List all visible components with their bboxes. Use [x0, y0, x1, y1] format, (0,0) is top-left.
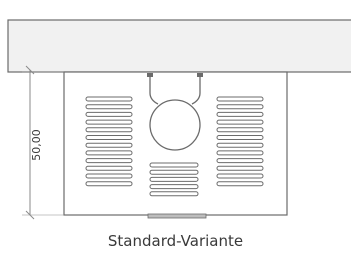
- vent-slot: [85, 135, 133, 140]
- vent-slot: [216, 135, 264, 140]
- vent-slot: [85, 142, 133, 148]
- technical-drawing: 50,00: [7, 19, 351, 220]
- vent-slot: [85, 173, 133, 179]
- vent-slot: [216, 96, 264, 102]
- vent-slot: [216, 104, 264, 110]
- vent-slot: [216, 173, 264, 179]
- vent-slot: [149, 162, 199, 168]
- vent-slot: [85, 111, 133, 117]
- vent-slot: [149, 169, 199, 175]
- vent-slot: [216, 165, 264, 171]
- vent-slot: [85, 127, 133, 133]
- base-tab: [147, 213, 207, 219]
- vent-slot: [149, 176, 199, 182]
- vent-slot: [85, 119, 133, 125]
- vent-slot: [216, 111, 264, 117]
- vent-slot: [85, 104, 133, 110]
- vent-slot: [149, 191, 199, 197]
- caption: Standard-Variante: [107, 232, 244, 250]
- vent-slot: [85, 158, 133, 164]
- pipe-circle: [149, 99, 201, 151]
- cover-plate: [7, 19, 351, 73]
- vent-slot: [216, 158, 264, 164]
- vent-slot: [85, 181, 133, 187]
- dimension-label: 50,00: [30, 129, 43, 161]
- vent-slot: [85, 96, 133, 102]
- vent-slot: [85, 150, 133, 156]
- vent-slot: [216, 119, 264, 125]
- vent-slot: [216, 142, 264, 148]
- vent-slot: [216, 150, 264, 156]
- vent-slot: [216, 127, 264, 133]
- vent-slot: [85, 165, 133, 171]
- dimension-line: [22, 65, 64, 220]
- vent-slot: [149, 184, 199, 190]
- vent-slot: [216, 181, 264, 187]
